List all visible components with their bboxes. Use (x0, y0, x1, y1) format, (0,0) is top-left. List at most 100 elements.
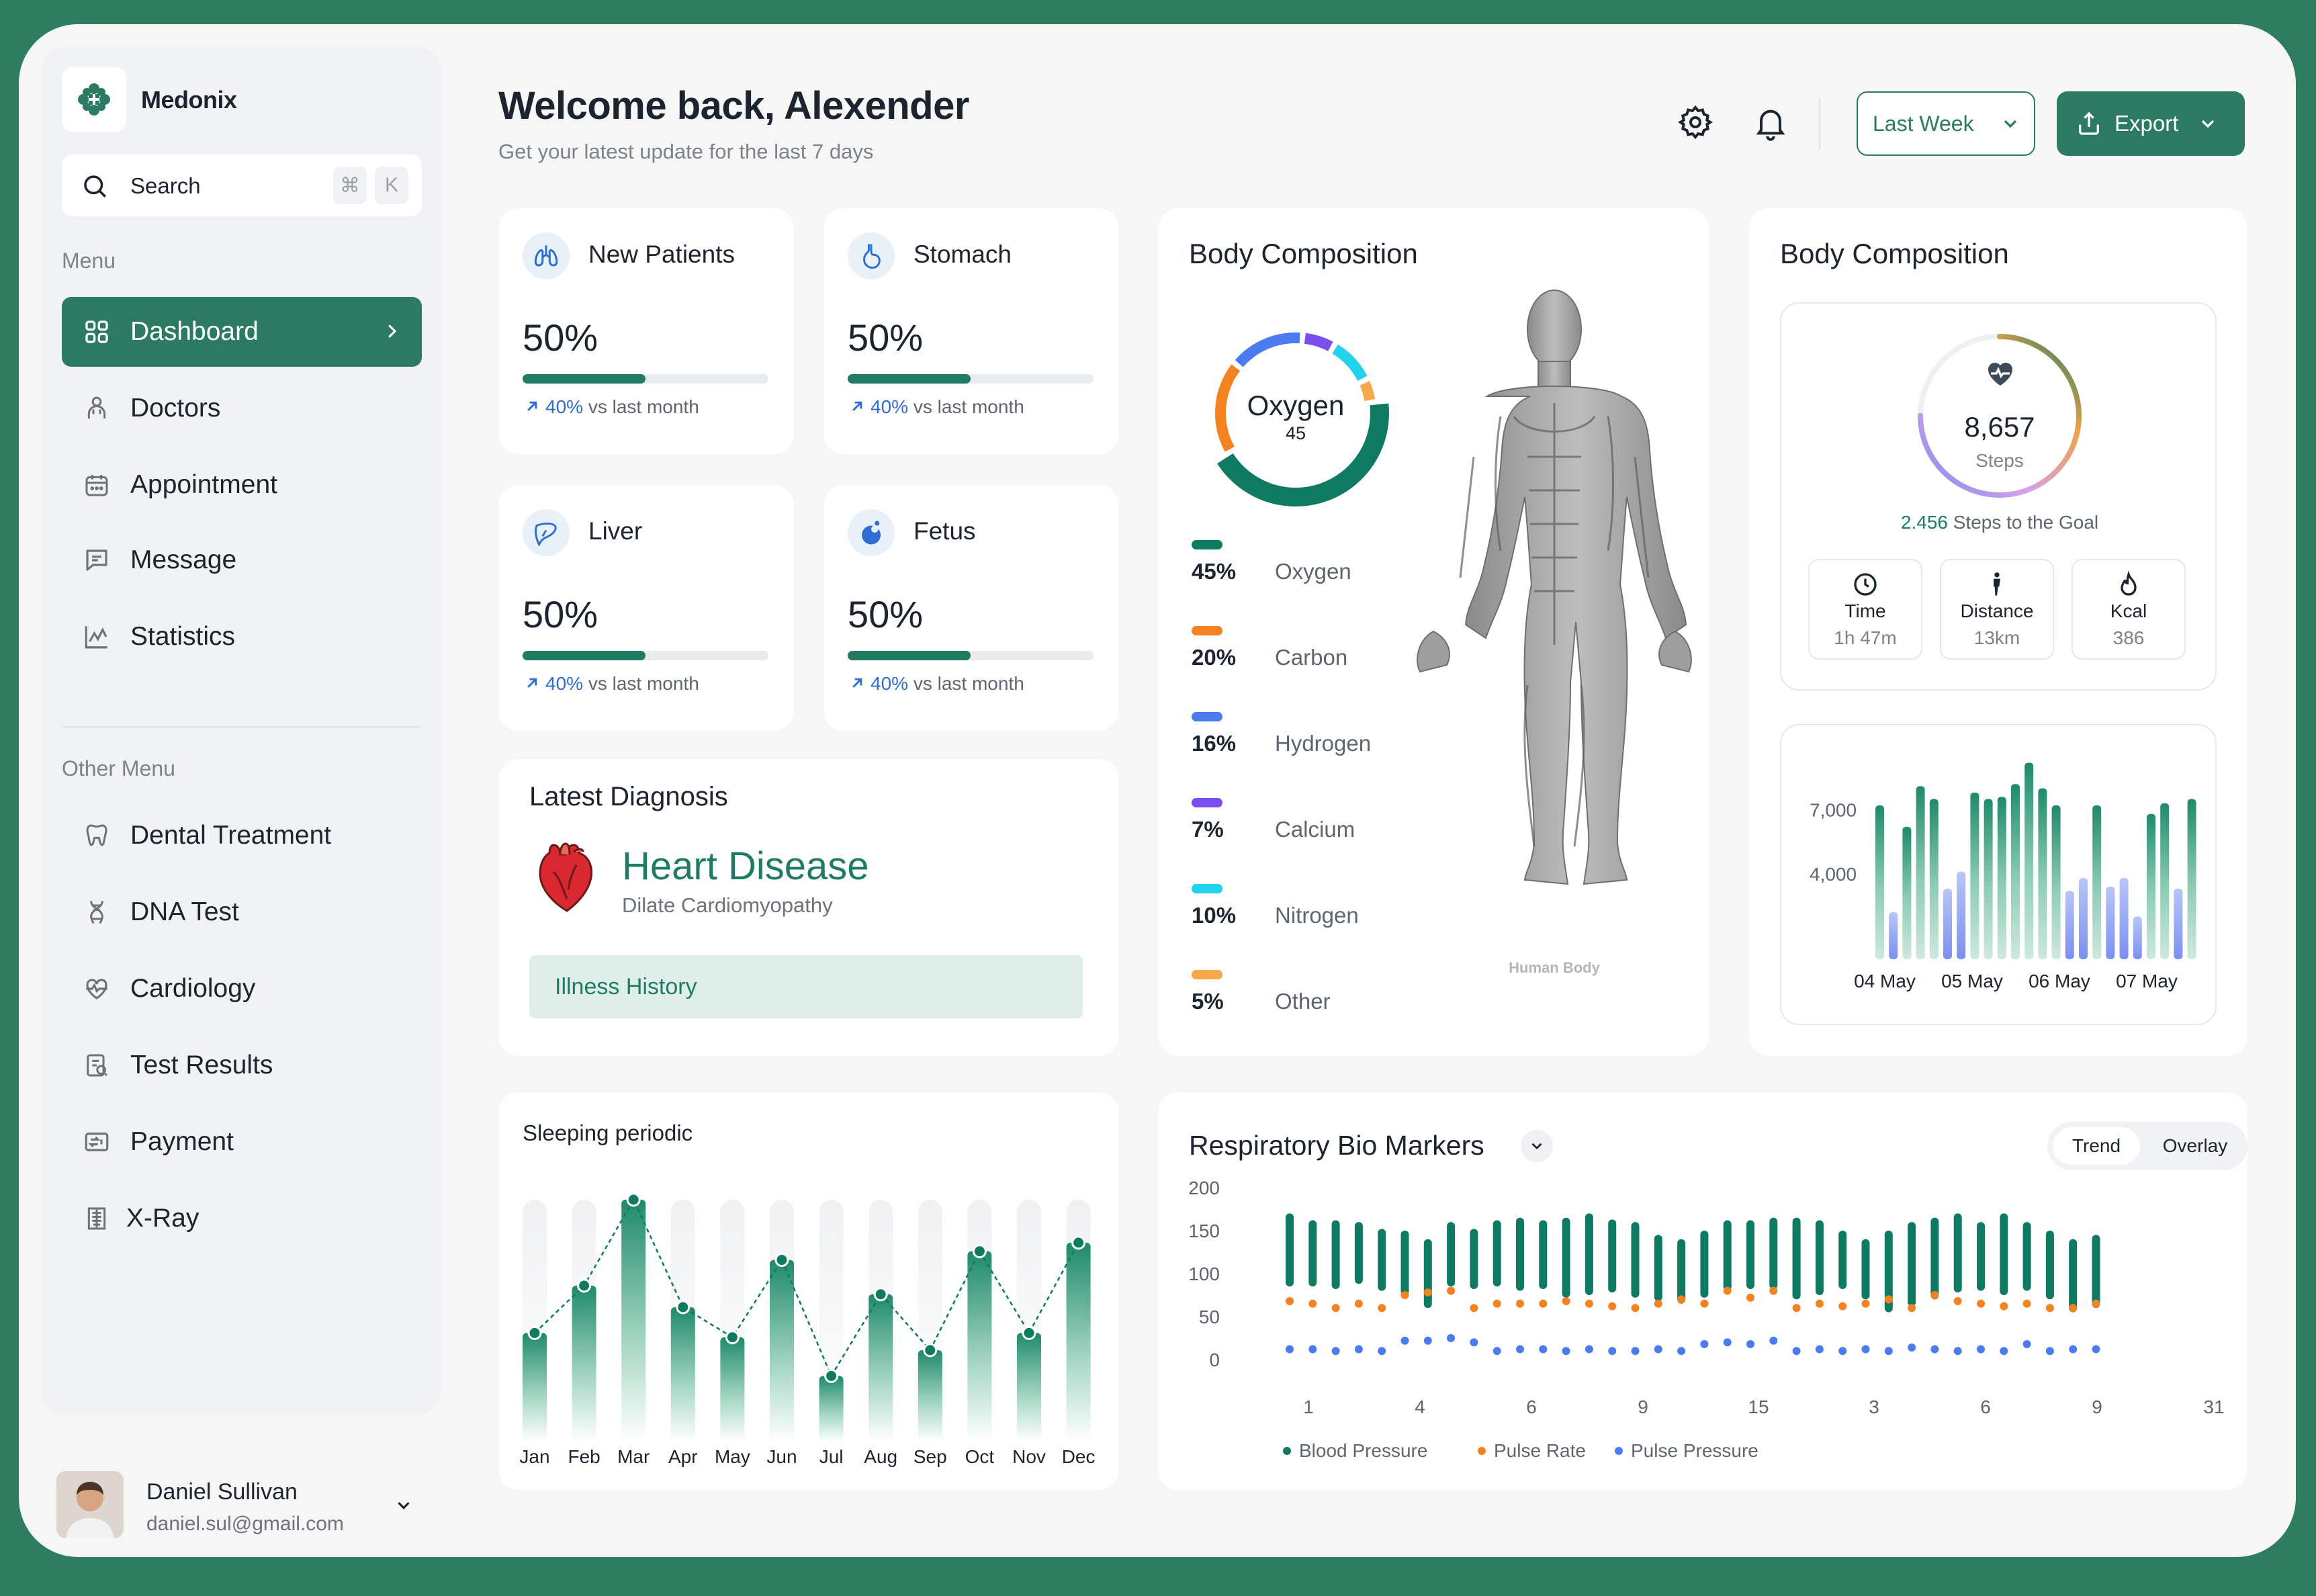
sidebar-item-appointment[interactable]: Appointment (62, 450, 422, 520)
message-icon (86, 549, 107, 571)
blood-pressure-bar (1700, 1231, 1709, 1298)
sidebar-item-xray[interactable]: X-Ray (62, 1184, 422, 1253)
pulse-rate-point (1354, 1299, 1363, 1308)
donut-segment-nitrogen (1332, 344, 1368, 382)
x-tick-label: 04 May (1854, 971, 1916, 991)
sidebar-item-dna-test[interactable]: DNA Test (62, 877, 422, 947)
blood-pressure-bar (2045, 1231, 2054, 1300)
legend-name: Nitrogen (1275, 903, 1359, 928)
stat-value: 50% (523, 316, 598, 359)
bar (1902, 826, 1912, 959)
pulse-rate-point (2069, 1304, 2078, 1313)
walking-icon (1994, 572, 2000, 596)
x-tick-label: 4 (1415, 1396, 1425, 1417)
y-tick-label: 0 (1209, 1349, 1220, 1370)
sidebar-item-label: Payment (130, 1127, 234, 1156)
bar (670, 1307, 695, 1442)
illness-history-button[interactable]: Illness History (529, 955, 1083, 1018)
bar (2133, 916, 2142, 959)
stat-change: 40% (545, 673, 584, 694)
sidebar-item-message[interactable]: Message (62, 525, 422, 595)
stat-card-stomach[interactable]: Stomach 50% 40% vs last month (823, 208, 1119, 454)
pulse-rate-point (1331, 1304, 1340, 1313)
progress-fill (848, 374, 971, 384)
sidebar-item-cardiology[interactable]: Cardiology (62, 954, 422, 1024)
user-name: Daniel Sullivan (146, 1479, 298, 1505)
pulse-rate-point (1286, 1296, 1294, 1305)
stat-card-new-patients[interactable]: New Patients 50% 40% vs last month (498, 208, 794, 454)
blood-pressure-bar (1286, 1213, 1294, 1287)
blood-pressure-bar (1470, 1229, 1478, 1290)
bar (2174, 889, 2183, 959)
data-point (824, 1368, 839, 1383)
pulse-rate-point (1562, 1296, 1570, 1305)
blood-pressure-bar (1861, 1239, 1870, 1300)
bar (1970, 792, 1979, 959)
blood-pressure-bar (1815, 1220, 1824, 1295)
pulse-pressure-point (1977, 1345, 1985, 1354)
legend-swatch (1192, 626, 1222, 635)
pulse-rate-point (1838, 1302, 1847, 1311)
sidebar-item-test-results[interactable]: Test Results (62, 1030, 422, 1100)
steps-goal-value: 2.456 (1900, 512, 1948, 533)
progress-bar (523, 651, 768, 660)
blood-pressure-bar (1493, 1220, 1501, 1287)
blood-pressure-bar (1608, 1219, 1617, 1293)
stat-card-liver[interactable]: Liver 50% 40% vs last month (498, 485, 794, 731)
sleeping-periodic-card: Sleeping periodic Jan Feb Mar Apr May Jun Jul A… (498, 1092, 1119, 1490)
blood-pressure-bar (1723, 1220, 1732, 1291)
clock-icon (1854, 573, 1877, 596)
bar (1916, 786, 1925, 959)
sidebar-item-dashboard[interactable]: Dashboard (62, 297, 422, 367)
settings-gear-icon[interactable] (1677, 103, 1714, 141)
y-tick-label: 150 (1188, 1221, 1220, 1241)
heart-organ-icon (539, 842, 593, 912)
pulse-pressure-point (1562, 1347, 1570, 1356)
legend-pulse-pressure: Pulse Pressure (1615, 1440, 1758, 1462)
stat-title: New Patients (588, 240, 735, 268)
sidebar-item-payment[interactable]: Payment (62, 1107, 422, 1177)
blood-pressure-bar (1562, 1217, 1570, 1298)
bar (918, 1350, 942, 1442)
x-tick-label: Jul (819, 1446, 844, 1467)
search-input[interactable]: Search ⌘ K (62, 154, 422, 216)
logo[interactable] (62, 67, 126, 132)
stat-change: 40% (545, 396, 584, 417)
sidebar-item-statistics[interactable]: Statistics (62, 602, 422, 672)
legend-dot (1283, 1447, 1291, 1455)
clipboard-icon (87, 1054, 108, 1077)
legend-pct: 20% (1192, 645, 1237, 670)
steps-card-title: Body Composition (1780, 238, 2009, 269)
stat-change-text: vs last month (913, 396, 1024, 417)
legend-label: Pulse Pressure (1631, 1440, 1758, 1461)
stat-card-fetus[interactable]: Fetus 50% 40% vs last month (823, 485, 1119, 731)
metric-distance: Distance 13km (1940, 559, 2054, 660)
steps-label: Steps (1975, 450, 2024, 471)
period-dropdown[interactable]: Last Week (1857, 91, 2035, 156)
sidebar-item-doctors[interactable]: Doctors (62, 373, 422, 443)
data-point (527, 1325, 542, 1340)
stat-value: 50% (848, 316, 924, 359)
heart-pulse-icon (86, 979, 107, 1000)
user-profile[interactable]: Daniel Sullivan daniel.sul@gmail.com (19, 1415, 442, 1538)
stat-change: 40% (871, 396, 909, 417)
y-tick-label: 4,000 (1810, 864, 1857, 885)
chevron-down-icon[interactable] (394, 1495, 414, 1515)
stat-value: 50% (523, 593, 598, 635)
upload-icon (2079, 112, 2099, 135)
blood-pressure-bar (2092, 1235, 2100, 1309)
x-tick-label: Aug (864, 1446, 897, 1467)
notification-bell-icon[interactable] (1752, 103, 1789, 141)
data-point (725, 1330, 740, 1345)
blood-pressure-bar (1354, 1222, 1363, 1284)
x-tick-label: Mar (617, 1446, 650, 1467)
fetus-icon (862, 521, 881, 545)
sidebar-item-dental-treatment[interactable]: Dental Treatment (62, 801, 422, 871)
export-button[interactable]: Export (2057, 91, 2245, 156)
dna-icon (90, 901, 103, 924)
pulse-pressure-point (1447, 1334, 1456, 1342)
legend-swatch (1192, 540, 1222, 549)
x-tick-label: 6 (1980, 1396, 1991, 1417)
search-icon (84, 175, 106, 197)
legend-pct: 5% (1192, 989, 1224, 1014)
